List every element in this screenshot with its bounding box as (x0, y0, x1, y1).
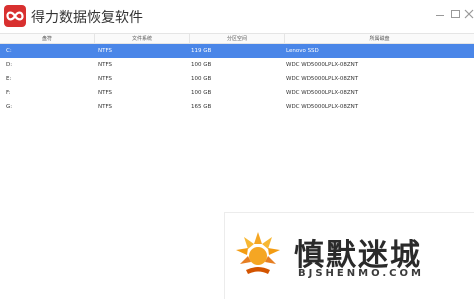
minimize-icon[interactable] (433, 6, 447, 20)
table-header: 盘符 文件系统 分区空间 所属磁盘 (0, 33, 474, 44)
table-row[interactable]: E: NTFS 100 GB WDC WD5000LPLX-08ZNT (0, 72, 474, 86)
sun-logo-icon (232, 228, 284, 280)
cell-disk: WDC WD5000LPLX-08ZNT (286, 90, 359, 96)
app-title: 得力数据恢复软件 (31, 10, 143, 26)
infinity-icon (4, 5, 26, 27)
cell-filesystem: NTFS (98, 104, 113, 110)
panel-divider (224, 212, 225, 299)
column-header-drive[interactable]: 盘符 (0, 34, 95, 44)
cell-disk: WDC WD5000LPLX-08ZNT (286, 104, 359, 110)
maximize-icon[interactable] (448, 6, 462, 20)
cell-filesystem: NTFS (98, 62, 113, 68)
cell-size: 100 GB (191, 62, 212, 68)
cell-filesystem: NTFS (98, 48, 113, 54)
column-header-disk[interactable]: 所属磁盘 (285, 34, 474, 44)
cell-drive: G: (6, 104, 13, 110)
watermark: 慎默迷城 BJSHENMO.COM (232, 228, 472, 294)
partition-table: 盘符 文件系统 分区空间 所属磁盘 C: NTFS 119 GB Lenovo … (0, 33, 474, 114)
cell-size: 100 GB (191, 76, 212, 82)
watermark-domain: BJSHENMO.COM (298, 268, 424, 279)
cell-drive: D: (6, 62, 13, 68)
close-icon[interactable] (462, 6, 474, 20)
cell-disk: Lenovo SSD (286, 48, 319, 54)
cell-drive: E: (6, 76, 12, 82)
cell-drive: C: (6, 48, 12, 54)
cell-filesystem: NTFS (98, 90, 113, 96)
table-row[interactable]: D: NTFS 100 GB WDC WD5000LPLX-08ZNT (0, 58, 474, 72)
cell-drive: F: (6, 90, 11, 96)
cell-disk: WDC WD5000LPLX-08ZNT (286, 62, 359, 68)
column-header-filesystem[interactable]: 文件系统 (95, 34, 190, 44)
table-row[interactable]: F: NTFS 100 GB WDC WD5000LPLX-08ZNT (0, 86, 474, 100)
table-row[interactable]: C: NTFS 119 GB Lenovo SSD (0, 44, 474, 58)
table-row[interactable]: G: NTFS 165 GB WDC WD5000LPLX-08ZNT (0, 100, 474, 114)
cell-disk: WDC WD5000LPLX-08ZNT (286, 76, 359, 82)
title-bar: 得力数据恢复软件 (0, 0, 474, 32)
cell-size: 119 GB (191, 48, 212, 54)
column-header-size[interactable]: 分区空间 (190, 34, 285, 44)
panel-divider (224, 212, 474, 213)
cell-size: 100 GB (191, 90, 212, 96)
cell-filesystem: NTFS (98, 76, 113, 82)
cell-size: 165 GB (191, 104, 212, 110)
